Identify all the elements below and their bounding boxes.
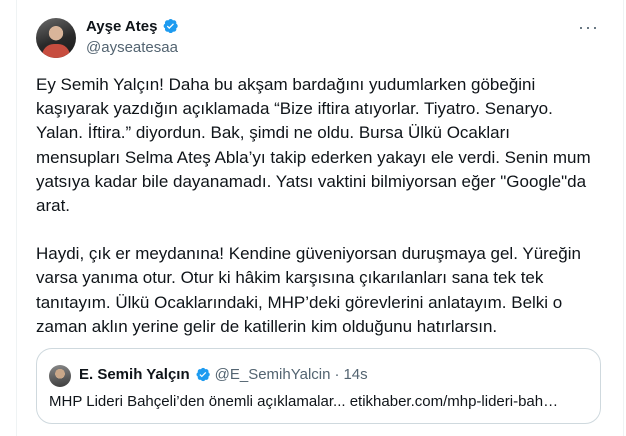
- quoted-text: MHP Lideri Bahçeli’den önemli açıklamala…: [49, 393, 559, 410]
- tweet-body: Ey Semih Yalçın! Daha bu akşam bardağını…: [36, 73, 596, 339]
- verified-badge-icon: [196, 367, 210, 382]
- author-name-row[interactable]: Ayşe Ateş: [86, 17, 179, 35]
- verified-badge-icon: [164, 18, 179, 34]
- quoted-author-avatar: [49, 365, 71, 387]
- quoted-separator: ·: [334, 366, 340, 383]
- quoted-header: E. Semih Yalçın @E_SemihYalcin · 14s: [79, 366, 368, 383]
- quoted-author-name: E. Semih Yalçın: [79, 366, 190, 383]
- quoted-timestamp: 14s: [343, 366, 368, 383]
- author-name[interactable]: Ayşe Ateş: [86, 18, 157, 35]
- author-handle[interactable]: @ayseatesaa: [86, 39, 178, 56]
- more-options-icon[interactable]: ···: [578, 18, 599, 36]
- author-avatar[interactable]: [36, 18, 76, 58]
- quoted-author-handle: @E_SemihYalcin: [214, 366, 331, 383]
- tweet-paragraph-1: Ey Semih Yalçın! Daha bu akşam bardağını…: [36, 75, 591, 216]
- quoted-tweet[interactable]: E. Semih Yalçın @E_SemihYalcin · 14s MHP…: [36, 348, 601, 424]
- tweet-paragraph-2: Haydi, çık er meydanına! Kendine güveniy…: [36, 244, 581, 336]
- avatar-figure: [42, 44, 70, 58]
